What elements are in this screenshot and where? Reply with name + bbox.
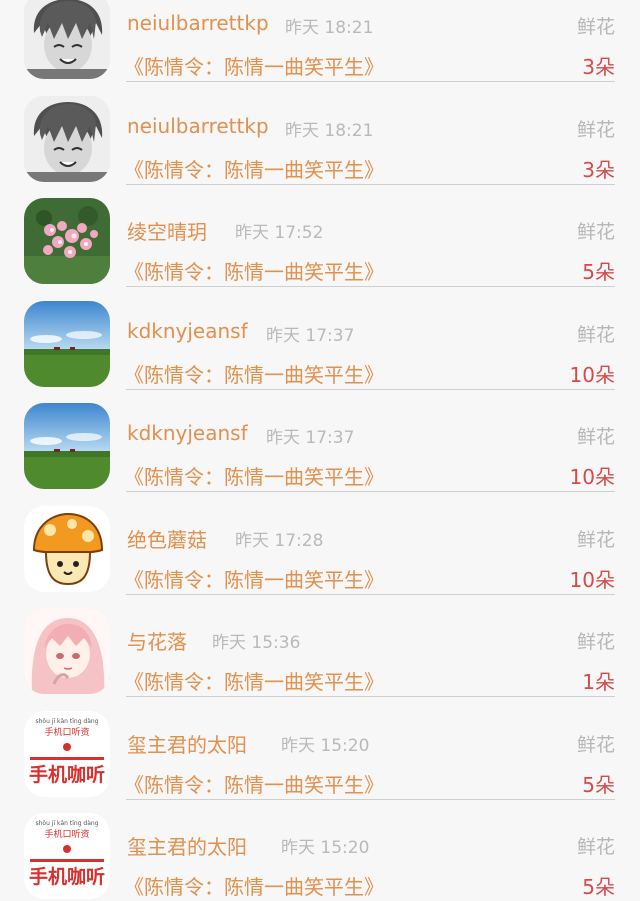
username[interactable]: neiulbarrettkp — [127, 11, 269, 35]
username[interactable]: 绝色蘑菇 — [127, 524, 207, 553]
timestamp: 昨天 15:36 — [212, 633, 301, 653]
book-title-link[interactable]: 《陈情令：陈情一曲笑平生》 — [124, 564, 384, 593]
gift-type-label: 鲜花 — [576, 323, 615, 346]
flower-count: 10朵 — [569, 465, 615, 489]
logo-small-text: 手机口听资 — [44, 726, 89, 738]
username[interactable]: kdknyjeansf — [127, 319, 248, 343]
logo-big-text: 手机咖听 — [29, 763, 105, 786]
gift-type-label: 鲜花 — [576, 631, 615, 653]
gift-type-label: 鲜花 — [576, 733, 615, 756]
gift-list-item[interactable]: kdknyjeansf 昨天 17:37 鲜花 《陈情令：陈情一曲笑平生》 10… — [0, 286, 640, 390]
phone-listen-logo-avatar-icon[interactable]: shǒu jī kǎn tīng dàng 手机口听资 手机咖听 — [24, 710, 110, 797]
gift-type-label: 鲜花 — [576, 221, 615, 243]
flower-count: 3朵 — [582, 157, 615, 182]
flower-gift-list: neiulbarrettkp 昨天 18:21 鲜花 《陈情令：陈情一曲笑平生》… — [0, 0, 640, 899]
timestamp: 昨天 17:28 — [235, 530, 324, 551]
gift-list-item[interactable]: shǒu jī kǎn tīng dàng 手机口听资 手机咖听 玺主君的太阳 … — [0, 798, 640, 901]
logo-big-text: 手机咖听 — [29, 865, 105, 888]
flower-count: 5朵 — [582, 772, 615, 797]
username[interactable]: 玺主君的太阳 — [127, 729, 247, 758]
book-title-link[interactable]: 《陈情令：陈情一曲笑平生》 — [124, 154, 384, 183]
username[interactable]: 绫空晴玥 — [127, 216, 207, 245]
gift-list-item[interactable]: 绝色蘑菇 昨天 17:28 鲜花 《陈情令：陈情一曲笑平生》 10朵 — [0, 491, 640, 595]
gift-type-label: 鲜花 — [576, 16, 615, 38]
gift-type-label: 鲜花 — [576, 118, 615, 141]
anime-girl-pink-avatar-icon[interactable] — [24, 608, 110, 694]
timestamp: 昨天 15:20 — [281, 838, 370, 858]
timestamp: 昨天 17:37 — [266, 428, 355, 448]
gift-list-item[interactable]: neiulbarrettkp 昨天 18:21 鲜花 《陈情令：陈情一曲笑平生》… — [0, 81, 640, 185]
flower-count: 10朵 — [569, 567, 615, 592]
gift-list-item[interactable]: shǒu jī kǎn tīng dàng 手机口听资 手机咖听 玺主君的太阳 … — [0, 696, 640, 800]
timestamp: 昨天 17:52 — [235, 223, 324, 243]
flower-count: 3朵 — [582, 55, 615, 79]
book-title-link[interactable]: 《陈情令：陈情一曲笑平生》 — [124, 51, 384, 80]
anime-boy-grayscale-avatar-icon[interactable] — [24, 0, 110, 79]
flower-count: 10朵 — [569, 362, 615, 387]
flower-count: 5朵 — [582, 875, 615, 899]
anime-boy-grayscale-avatar-icon[interactable] — [24, 95, 110, 182]
orange-mushroom-avatar-icon[interactable] — [24, 505, 110, 592]
username[interactable]: 与花落 — [127, 626, 187, 655]
flower-count: 5朵 — [582, 260, 615, 284]
phone-listen-logo-avatar-icon[interactable]: shǒu jī kǎn tīng dàng 手机口听资 手机咖听 — [24, 813, 110, 899]
gift-list-item[interactable]: 绫空晴玥 昨天 17:52 鲜花 《陈情令：陈情一曲笑平生》 5朵 — [0, 183, 640, 287]
timestamp: 昨天 17:37 — [266, 325, 355, 346]
username[interactable]: kdknyjeansf — [127, 421, 248, 445]
timestamp: 昨天 18:21 — [285, 120, 374, 141]
gift-list-item[interactable]: neiulbarrettkp 昨天 18:21 鲜花 《陈情令：陈情一曲笑平生》… — [0, 0, 640, 82]
gift-type-label: 鲜花 — [576, 426, 615, 448]
flower-count: 1朵 — [582, 670, 615, 694]
timestamp: 昨天 15:20 — [281, 735, 370, 756]
green-meadow-avatar-icon[interactable] — [24, 403, 110, 489]
book-title-link[interactable]: 《陈情令：陈情一曲笑平生》 — [124, 359, 384, 388]
gift-type-label: 鲜花 — [576, 528, 615, 551]
book-title-link[interactable]: 《陈情令：陈情一曲笑平生》 — [124, 769, 384, 798]
gift-list-item[interactable]: 与花落 昨天 15:36 鲜花 《陈情令：陈情一曲笑平生》 1朵 — [0, 593, 640, 697]
pink-blossom-avatar-icon[interactable] — [24, 198, 110, 284]
username[interactable]: 玺主君的太阳 — [127, 831, 247, 860]
logo-pinyin: shǒu jī kǎn tīng dàng — [35, 718, 98, 725]
username[interactable]: neiulbarrettkp — [127, 114, 269, 138]
timestamp: 昨天 18:21 — [285, 18, 374, 38]
green-meadow-avatar-icon[interactable] — [24, 300, 110, 387]
book-title-link[interactable]: 《陈情令：陈情一曲笑平生》 — [124, 871, 384, 900]
book-title-link[interactable]: 《陈情令：陈情一曲笑平生》 — [124, 666, 384, 695]
logo-small-text: 手机口听资 — [44, 828, 89, 840]
logo-pinyin: shǒu jī kǎn tīng dàng — [35, 820, 98, 827]
gift-list-item[interactable]: kdknyjeansf 昨天 17:37 鲜花 《陈情令：陈情一曲笑平生》 10… — [0, 388, 640, 492]
gift-type-label: 鲜花 — [576, 836, 615, 858]
book-title-link[interactable]: 《陈情令：陈情一曲笑平生》 — [124, 461, 384, 490]
book-title-link[interactable]: 《陈情令：陈情一曲笑平生》 — [124, 256, 384, 285]
